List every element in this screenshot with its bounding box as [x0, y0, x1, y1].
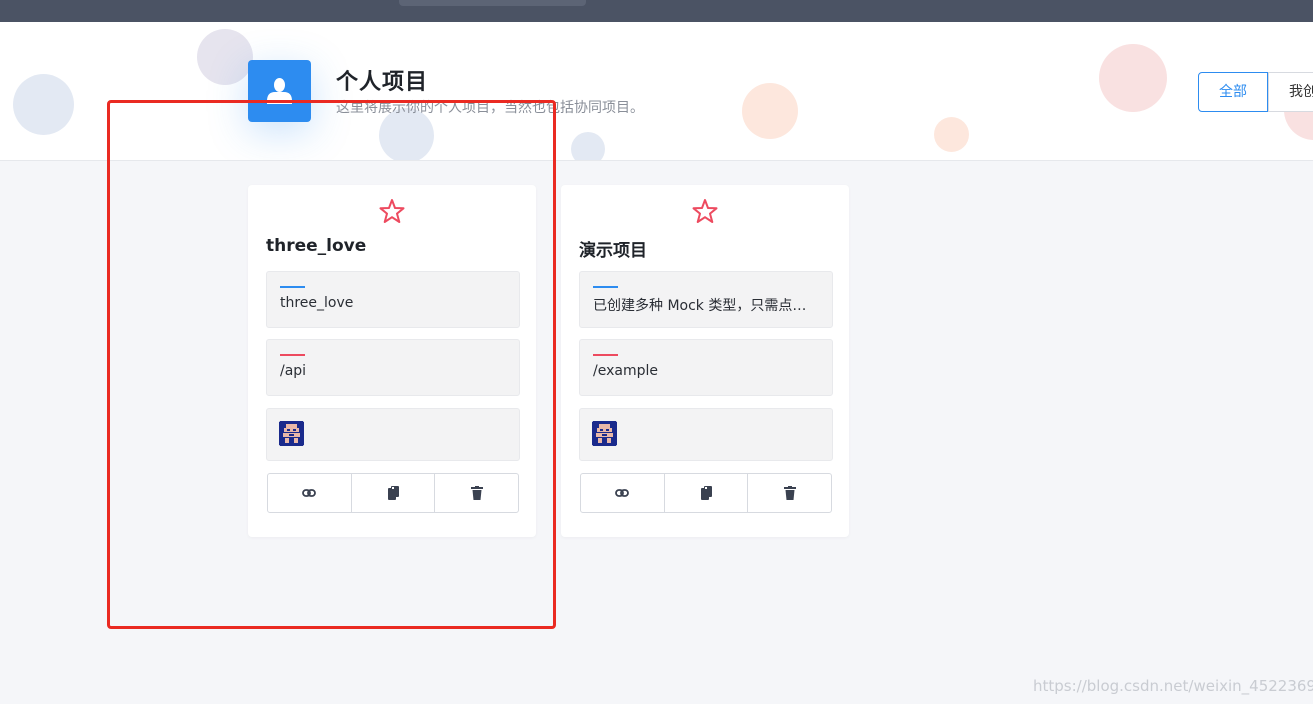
member-avatar[interactable]	[592, 421, 617, 446]
project-base-url: /example	[593, 363, 658, 379]
decor-bubble	[13, 74, 74, 135]
project-members-field	[579, 408, 833, 461]
decor-bubble	[571, 132, 605, 160]
url-accent-bar	[593, 354, 618, 356]
project-description: 已创建多种 Mock 类型，只需点…	[593, 298, 807, 314]
decor-bubble	[1099, 44, 1167, 112]
decor-bubble	[742, 83, 798, 139]
project-filter-group: 全部 我创建的	[1198, 72, 1313, 112]
project-name[interactable]: 演示项目	[579, 236, 647, 261]
project-url-field: /example	[579, 339, 833, 396]
trash-icon	[783, 486, 796, 500]
annotation-highlight-box	[107, 100, 556, 629]
browser-topbar	[0, 0, 1313, 22]
description-accent-bar	[593, 286, 618, 288]
star-icon[interactable]	[692, 198, 718, 224]
project-actions	[580, 473, 832, 513]
decor-bubble	[197, 29, 253, 85]
link-icon	[615, 489, 630, 497]
watermark: https://blog.csdn.net/weixin_45223696	[1033, 677, 1313, 695]
browser-tab[interactable]	[399, 0, 586, 6]
filter-created-button[interactable]: 我创建的	[1268, 72, 1313, 112]
delete-project-button[interactable]	[748, 474, 831, 512]
copy-link-button[interactable]	[581, 474, 665, 512]
clone-project-button[interactable]	[665, 474, 749, 512]
copy-icon	[700, 486, 712, 500]
filter-all-button[interactable]: 全部	[1198, 72, 1268, 112]
decor-bubble	[934, 117, 969, 152]
page-title: 个人项目	[336, 70, 429, 95]
project-card[interactable]: 演示项目 已创建多种 Mock 类型，只需点… /example	[561, 185, 849, 537]
project-description-field: 已创建多种 Mock 类型，只需点…	[579, 271, 833, 328]
